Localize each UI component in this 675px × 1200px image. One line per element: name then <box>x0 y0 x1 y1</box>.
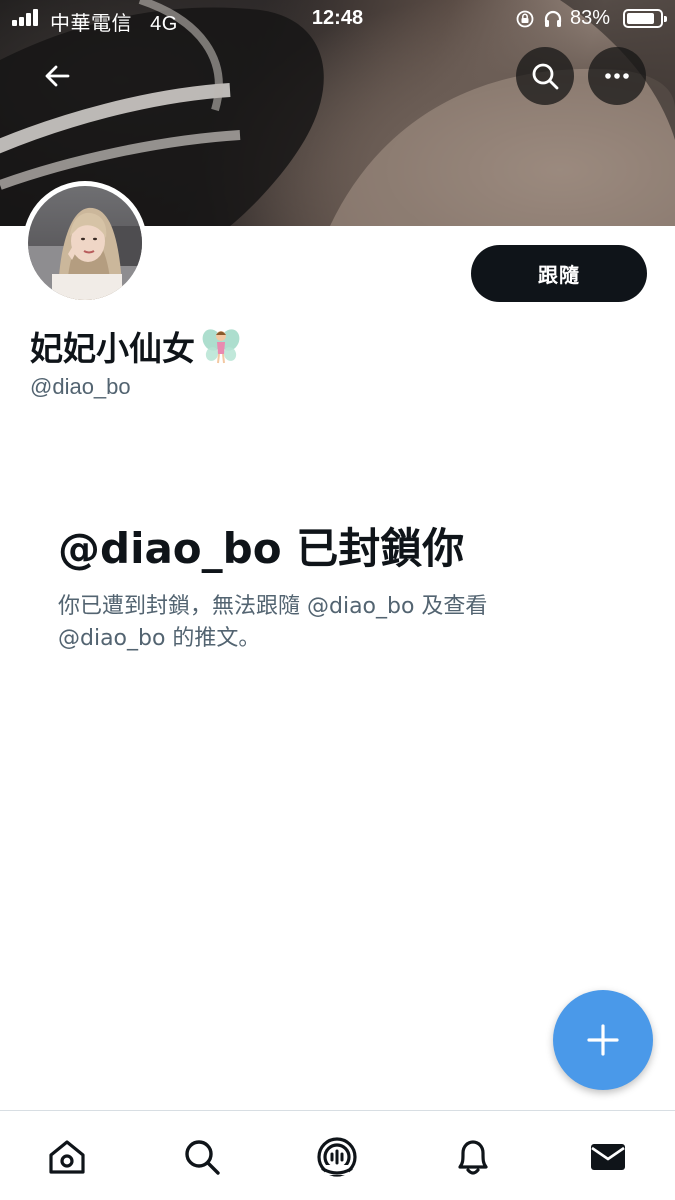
nav-notifications[interactable] <box>451 1135 495 1179</box>
more-horizontal-icon <box>605 73 629 79</box>
avatar-photo <box>28 186 142 300</box>
battery-level <box>627 13 654 24</box>
status-bar: 中華電信 4G 12:48 83% <box>0 0 675 38</box>
avatar[interactable] <box>23 181 147 305</box>
blocked-title: @diao_bo 已封鎖你 <box>58 524 465 573</box>
profile-name-row: 妃妃小仙女 <box>30 322 241 370</box>
compose-tweet-button[interactable] <box>553 990 653 1090</box>
search-icon <box>185 1140 220 1175</box>
battery-percent: 83% <box>570 7 611 29</box>
back-button[interactable] <box>28 47 86 105</box>
headphones-icon <box>544 10 562 27</box>
profile-handle: @diao_bo <box>30 374 131 399</box>
follow-button[interactable]: 跟隨 <box>471 245 647 302</box>
display-name: 妃妃小仙女 <box>30 329 195 368</box>
bottom-navigation <box>0 1110 675 1200</box>
blocked-description: 你已遭到封鎖，無法跟隨 @diao_bo 及查看 @diao_bo 的推文。 <box>58 594 488 651</box>
envelope-icon <box>591 1144 625 1170</box>
search-icon <box>532 63 559 90</box>
bell-icon <box>458 1140 488 1175</box>
nav-search[interactable] <box>180 1135 224 1179</box>
battery-icon <box>623 9 667 28</box>
rotation-lock-icon <box>516 10 534 28</box>
plus-icon <box>587 1024 619 1056</box>
nav-home[interactable] <box>45 1135 89 1179</box>
nav-spaces[interactable] <box>315 1135 359 1179</box>
spaces-icon <box>317 1137 357 1177</box>
fairy-icon <box>202 329 240 364</box>
home-icon <box>49 1140 85 1174</box>
search-button[interactable] <box>516 47 574 105</box>
more-options-button[interactable] <box>588 47 646 105</box>
nav-messages[interactable] <box>586 1135 630 1179</box>
arrow-left-icon <box>45 65 70 87</box>
